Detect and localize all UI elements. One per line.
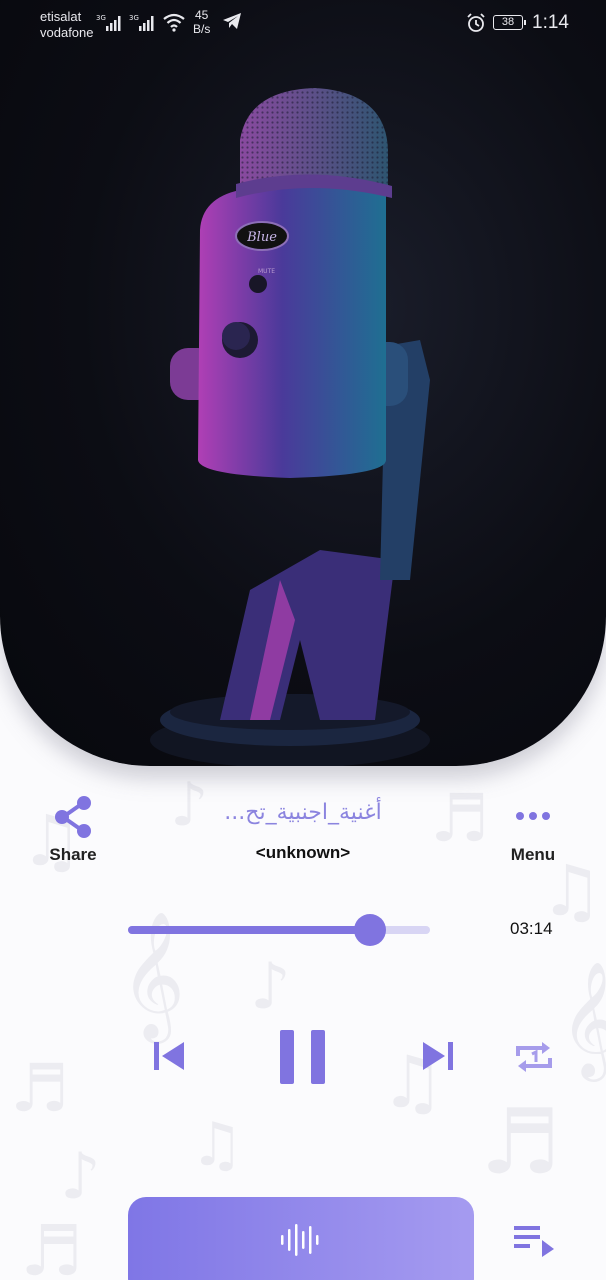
playlist-play-icon[interactable] (514, 1224, 556, 1258)
mute-label: MUTE (258, 268, 275, 275)
alarm-icon (467, 13, 485, 32)
repeat-one-icon[interactable] (514, 1038, 554, 1076)
share-button[interactable]: Share (40, 795, 106, 867)
share-icon (55, 796, 91, 838)
album-artwork: Blue MUTE etisalat vodafone 3G 3G 45 B/s… (0, 0, 606, 766)
telegram-icon (223, 13, 241, 29)
status-bar: etisalat vodafone 3G 3G 45 B/s 38 1:14 (0, 0, 606, 48)
carrier-names: etisalat vodafone (40, 9, 94, 41)
status-time: 1:14 (532, 12, 569, 33)
net-speed: 45 B/s (193, 8, 211, 36)
skip-previous-icon[interactable] (152, 1040, 186, 1072)
artist-name: <unknown> (255, 843, 351, 862)
menu-label: Menu (510, 845, 556, 864)
battery-indicator: 38 (493, 15, 526, 30)
share-label: Share (49, 845, 97, 864)
wifi-icon (163, 13, 185, 32)
pause-icon[interactable] (280, 1030, 326, 1084)
skip-next-icon[interactable] (421, 1040, 455, 1072)
menu-button[interactable]: Menu (500, 795, 566, 867)
now-playing-card[interactable] (128, 1197, 474, 1280)
seek-progress (128, 926, 370, 934)
song-title: أغنية_اجنبية_تح... (224, 800, 382, 825)
carrier-1: etisalat (40, 9, 82, 24)
svg-text:3G: 3G (96, 14, 106, 22)
signal-icon: 3G (96, 14, 121, 31)
signal-icon: 3G (129, 14, 154, 31)
microphone-illustration: Blue MUTE (150, 88, 430, 766)
svg-text:3G: 3G (129, 14, 139, 22)
seek-bar[interactable] (128, 914, 430, 946)
carrier-2: vodafone (40, 25, 94, 40)
mic-brand-label: Blue (246, 230, 277, 245)
waveform-icon (281, 1224, 319, 1256)
track-duration: 03:14 (510, 919, 553, 938)
seek-thumb[interactable] (353, 914, 386, 946)
more-horizontal-icon (516, 812, 550, 820)
